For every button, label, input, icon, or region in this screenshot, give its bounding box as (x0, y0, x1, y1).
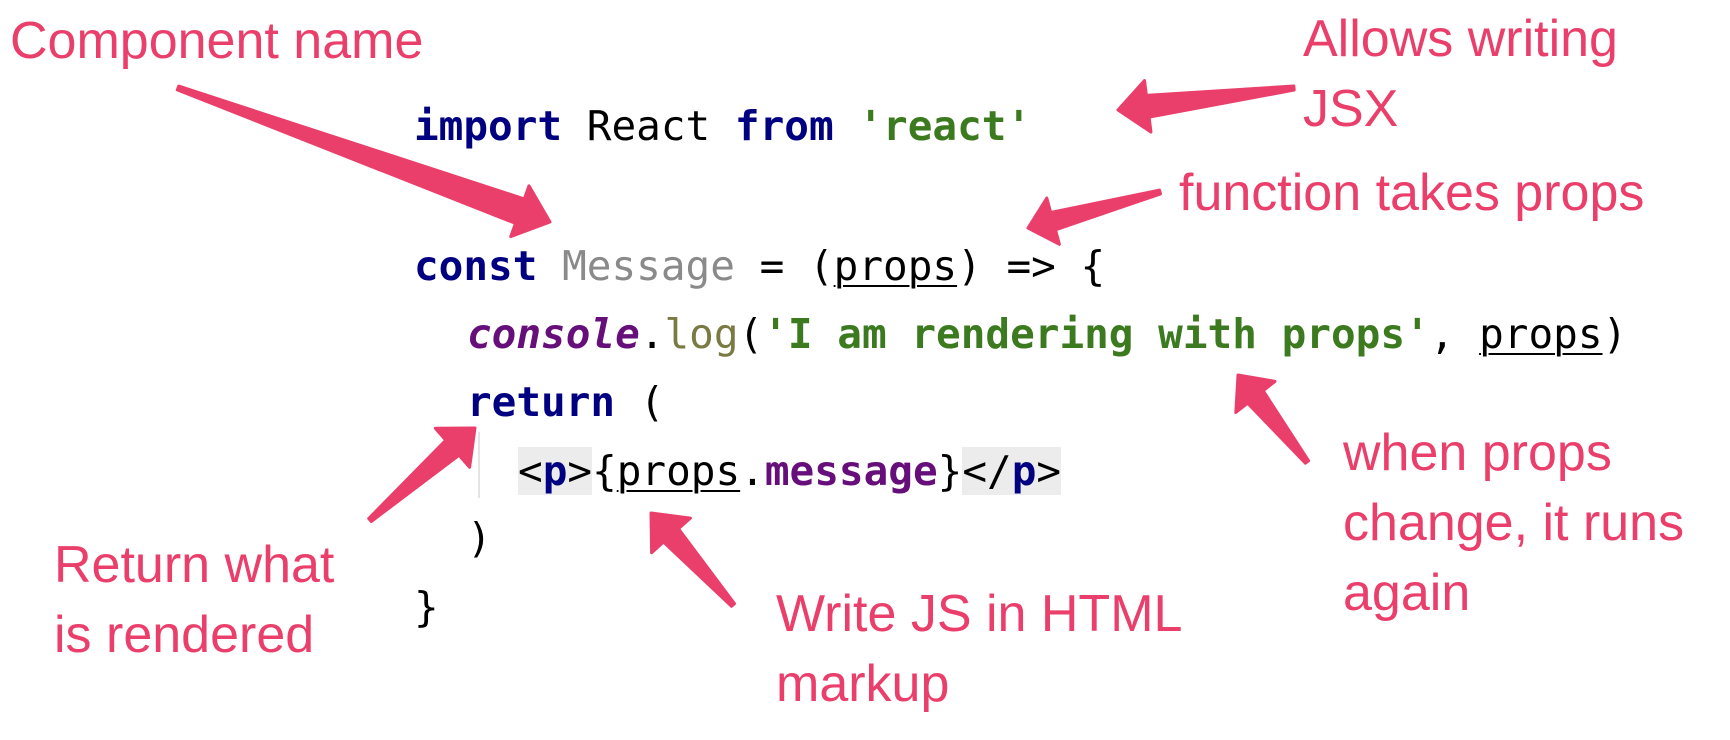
argument-comma: , (1429, 310, 1480, 358)
code-line-close-paren: ) (467, 513, 492, 563)
props-reference: props (616, 447, 741, 495)
open-paren: ( (738, 310, 764, 358)
annotation-line: Component name (10, 12, 424, 70)
annotation-props-change: when props change, it runs again (1343, 418, 1684, 628)
member-dot: . (639, 310, 665, 358)
jsx-close-tag: </p> (962, 447, 1062, 495)
code-line-jsx: <p>{props.message}</p> (518, 446, 1062, 496)
tag-bracket: </ (962, 447, 1012, 495)
annotation-line: Write JS in HTML (776, 585, 1183, 643)
log-message-string: 'I am rendering with props' (763, 310, 1430, 358)
annotation-line: is rendered (54, 606, 315, 664)
arrow-allows-jsx (1116, 79, 1296, 134)
annotation-component-name: Component name (10, 6, 423, 76)
jsx-open-tag: <p> (518, 447, 593, 495)
jsx-brace-close: } (937, 447, 963, 495)
log-method: log (664, 310, 739, 358)
open-paren: ( (615, 378, 665, 426)
jsx-brace-open: { (592, 447, 617, 495)
annotation-line: function takes props (1179, 164, 1645, 222)
props-parameter: props (833, 242, 958, 290)
annotation-return-rendered: Return what is rendered (54, 530, 334, 670)
close-paren: ) (467, 514, 492, 562)
annotation-line: change, it runs (1343, 494, 1685, 552)
message-field: message (764, 447, 938, 495)
code-line-import: import React from 'react' (414, 101, 1031, 151)
annotation-write-js: Write JS in HTML markup (776, 579, 1182, 719)
arrow-props-change (1234, 373, 1311, 465)
member-dot: . (740, 447, 765, 495)
module-string: 'react' (858, 102, 1032, 150)
annotation-line: Return what (54, 536, 335, 594)
react-identifier: React (562, 102, 735, 150)
keyword-return: return (467, 378, 616, 426)
console-object: console (467, 310, 640, 358)
keyword-const: const (414, 242, 538, 290)
code-line-close-brace: } (414, 582, 439, 632)
keyword-import: import (414, 102, 563, 150)
arrow-write-js (649, 511, 736, 608)
code-line-return: return ( (467, 377, 664, 427)
tag-name-p: p (1011, 447, 1037, 495)
props-argument: props (1479, 310, 1603, 358)
annotation-line: JSX (1303, 80, 1399, 138)
annotation-line: Allows writing (1303, 10, 1618, 68)
tag-bracket: < (518, 447, 543, 495)
annotation-allows-jsx: Allows writing JSX (1303, 4, 1618, 144)
arrow-function-props (1026, 188, 1162, 246)
indent-guide (478, 432, 480, 498)
arrow-operator: ) => { (957, 242, 1106, 290)
arrow-return-rendered (367, 426, 477, 523)
annotation-line: again (1343, 564, 1471, 622)
keyword-from: from (734, 102, 834, 150)
close-paren: ) (1602, 310, 1628, 358)
tag-name-p: p (542, 447, 568, 495)
annotation-function-props: function takes props (1179, 158, 1644, 228)
tag-bracket: > (567, 447, 593, 495)
tag-bracket: > (1036, 447, 1062, 495)
component-name: Message (562, 242, 735, 290)
code-line-console-log: console.log('I am rendering with props',… (467, 309, 1627, 359)
annotation-line: when props (1343, 424, 1612, 482)
code-line-const: const Message = (props) => { (414, 241, 1105, 291)
annotation-line: markup (776, 655, 950, 713)
assign-operator: = ( (734, 242, 834, 290)
close-brace: } (414, 583, 439, 631)
